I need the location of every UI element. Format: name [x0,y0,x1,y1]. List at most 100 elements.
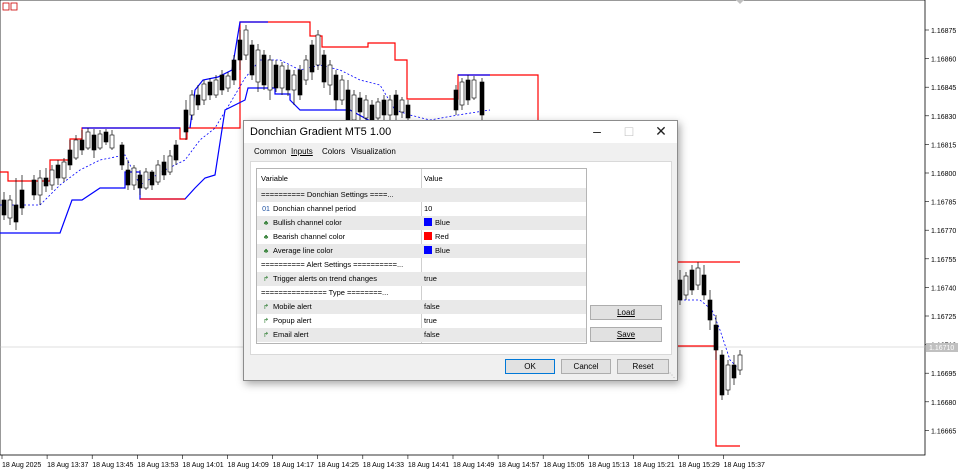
row-value[interactable]: Blue [424,244,582,258]
grid-separator-row[interactable]: ========== Donchian Settings ====... [257,188,586,202]
row-value[interactable]: Blue [424,216,582,230]
inputs-grid[interactable]: Variable Value ========== Donchian Setti… [256,168,587,344]
row-variable-label: Popup alert [273,316,312,325]
time-label: 18 Aug 14:57 [498,462,539,469]
color-palette-icon: ♣ [263,248,269,255]
candle-body [225,75,231,89]
candle-body [155,164,161,183]
reset-button[interactable]: Reset [617,359,669,374]
row-value[interactable]: 10 [424,202,582,216]
input-row[interactable]: ↱ Email alert false [257,328,586,342]
time-label: 18 Aug 15:37 [724,462,765,469]
candle-body [161,161,167,176]
candle-body [731,364,737,379]
candle-body [167,155,173,173]
load-button[interactable]: Load [590,305,662,320]
time-label: 18 Aug 14:17 [273,462,314,469]
time-label: 18 Aug 13:37 [47,462,88,469]
candle-body [249,44,255,76]
row-value-label: true [424,316,437,325]
candle-body [321,54,327,83]
color-swatch [424,232,432,240]
candle-body [195,94,201,106]
input-row[interactable]: 01 Donchian channel period 10 [257,202,586,216]
header-value[interactable]: Value [424,169,582,188]
row-variable-label: =============== Type ========... [261,288,389,297]
candle-body [201,83,207,101]
candle-body [701,274,707,296]
input-row[interactable]: ♣ Bullish channel color Blue [257,216,586,230]
grid-separator-row[interactable]: ========== Alert Settings ==========... [257,258,586,272]
input-row[interactable]: ↱ Mobile alert false [257,300,586,314]
tab-common[interactable]: Common [254,147,286,156]
row-value[interactable] [424,286,582,300]
row-value-label: true [424,274,437,283]
candle-body [471,79,477,99]
cancel-button[interactable]: Cancel [561,359,611,374]
candle-body [291,74,297,91]
input-row[interactable]: ♣ Bearish channel color Red [257,230,586,244]
header-variable[interactable]: Variable [261,169,419,188]
price-label: 1.16875 [931,28,956,35]
candle-body [1,199,7,216]
candle-body [363,99,369,119]
row-value[interactable]: true [424,314,582,328]
candle-body [279,65,285,89]
candle-body [261,54,267,86]
time-label: 18 Aug 13:53 [137,462,178,469]
indicator-dialog: Donchian Gradient MT5 1.00 – □ ✕ Common … [243,120,678,381]
candle-body [315,34,321,66]
candle-body [683,275,689,296]
row-value[interactable]: true [424,272,582,286]
ok-button[interactable]: OK [505,359,555,374]
tab-colors[interactable]: Colors [322,147,345,156]
input-row[interactable]: ↱ Popup alert true [257,314,586,328]
candle-body [19,189,25,209]
time-axis[interactable]: 18 Aug 2025 18 Aug 13:37 18 Aug 13:45 18 Au… [1,455,765,469]
grid-separator-row[interactable]: =============== Type ========... [257,286,586,300]
price-axis[interactable]: 1.16875 1.16860 1.16845 1.16830 1.16815 1.168… [925,28,958,435]
candle-body [173,144,179,161]
dialog-title-bar[interactable]: Donchian Gradient MT5 1.00 – □ ✕ [244,121,677,143]
row-value[interactable] [424,258,582,272]
input-row[interactable]: ♣ Average line color Blue [257,244,586,258]
price-label: 1.16830 [931,114,956,121]
candle-body [237,39,243,61]
close-icon[interactable]: ✕ [645,121,677,143]
candle-body [255,49,261,83]
candle-body [189,94,195,116]
row-variable-label: Average line color [273,246,333,255]
row-value[interactable]: Red [424,230,582,244]
candle-body [183,109,189,133]
tab-inputs[interactable]: Inputs [291,147,313,156]
maximize-icon[interactable]: □ [613,121,645,143]
candle-body [345,89,351,121]
time-label: 18 Aug 15:29 [679,462,720,469]
color-swatch [424,218,432,226]
candle-body [327,64,333,86]
candle-body [273,64,279,89]
candle-body [31,179,37,196]
row-variable: ========== Donchian Settings ====... [261,188,419,202]
candle-body [55,164,61,179]
candle-body [453,89,459,111]
candle-body [67,149,73,166]
minimize-icon[interactable]: – [581,121,613,143]
row-value[interactable] [424,188,582,202]
time-label: 18 Aug 15:13 [588,462,629,469]
resize-grip-icon[interactable]: ⋱ [669,372,675,379]
save-button[interactable]: Save [590,327,662,342]
candle-body [381,99,387,116]
row-value[interactable]: false [424,328,582,342]
candle-body [357,97,363,113]
tab-visualization[interactable]: Visualization [351,147,396,156]
row-value[interactable]: false [424,300,582,314]
price-label: 1.16695 [931,371,956,378]
chart-icon-1[interactable] [2,2,10,11]
candle-body [375,101,381,119]
input-row[interactable]: ↱ Trigger alerts on trend changes true [257,272,586,286]
time-label: 18 Aug 14:33 [363,462,404,469]
candle-body [677,279,683,301]
candle-body [333,74,339,101]
chart-icon-2[interactable] [10,2,18,11]
